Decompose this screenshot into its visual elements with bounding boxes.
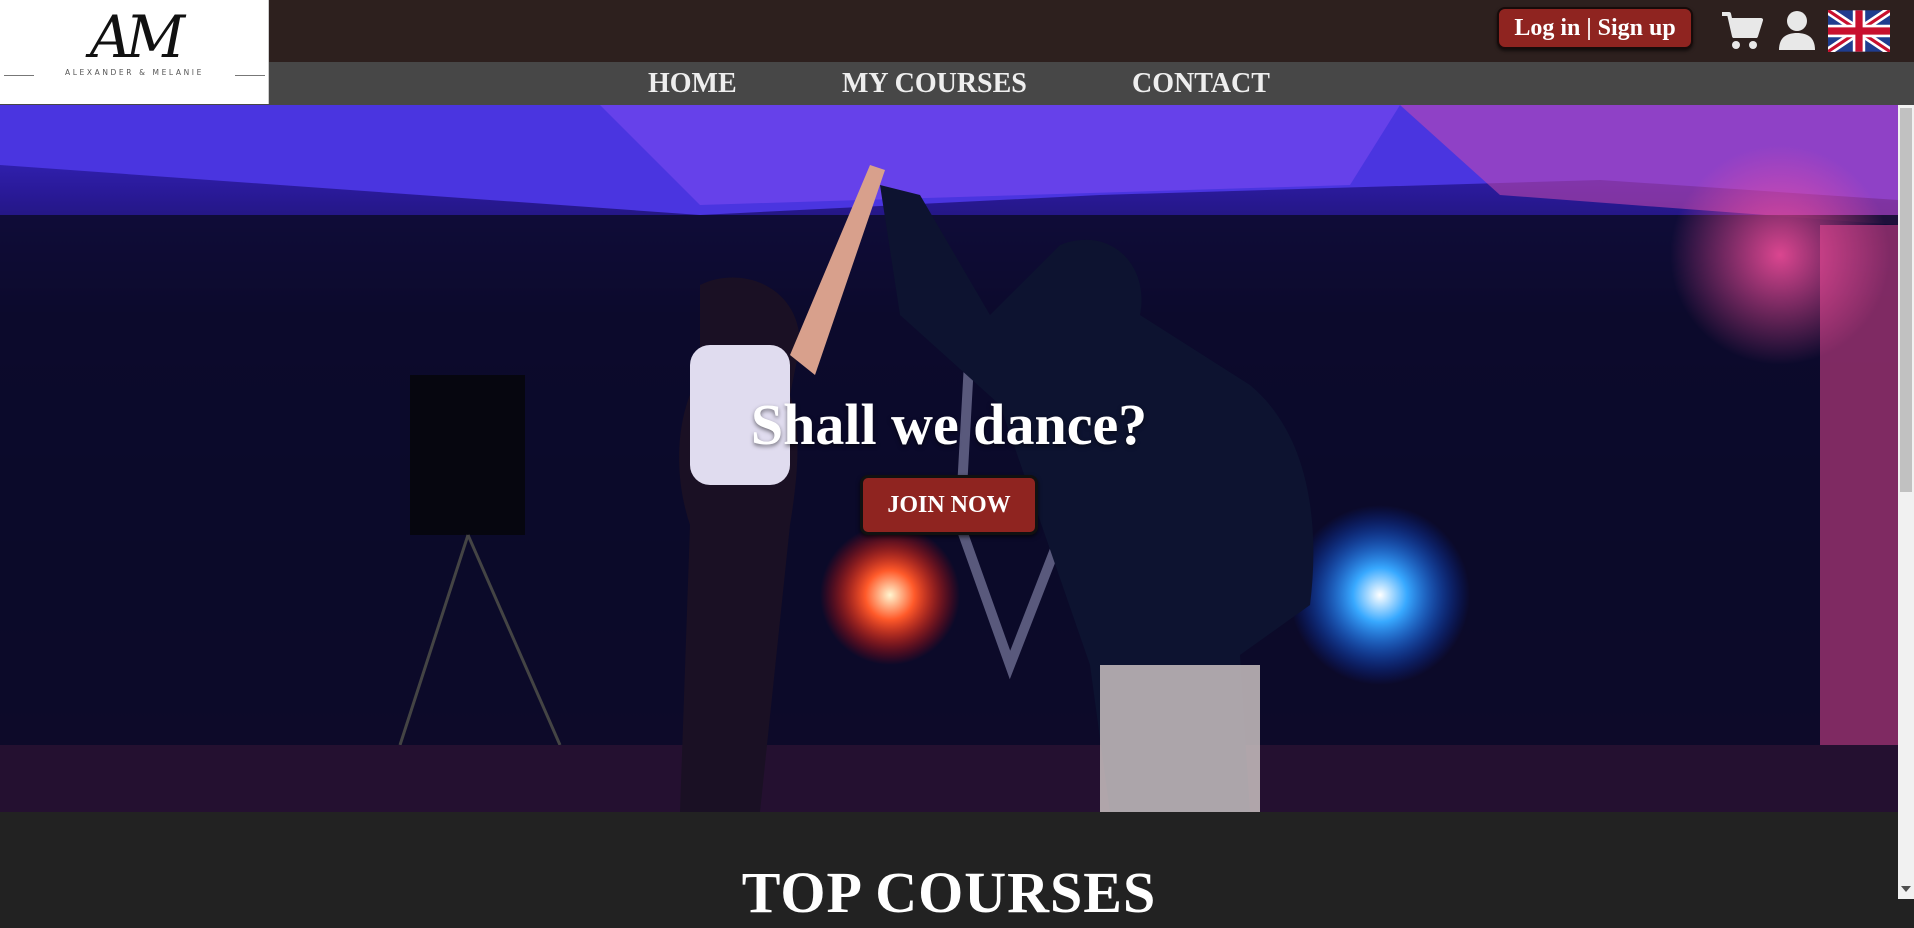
top-courses-title: TOP COURSES [741,860,1157,925]
uk-flag-icon[interactable] [1825,6,1893,56]
user-icon[interactable] [1777,9,1817,51]
nav-my-courses-link[interactable]: MY COURSES [842,66,1027,102]
nav-contact-link[interactable]: CONTACT [1132,66,1270,102]
scroll-down-arrow-icon[interactable] [1901,886,1911,892]
hero-banner: Shall we dance? JOIN NOW [0,105,1898,812]
login-signup-button[interactable]: Log in | Sign up [1497,7,1693,49]
join-now-button[interactable]: JOIN NOW [860,475,1038,535]
cart-icon[interactable] [1720,10,1764,52]
logo-subtitle: ALEXANDER & MELANIE [65,68,204,77]
nav-home-link[interactable]: HOME [648,66,737,102]
scrollbar-thumb[interactable] [1900,108,1912,492]
logo-mark: AM [89,3,185,71]
hero-title: Shall we dance? [750,392,1148,457]
site-logo[interactable]: AM ALEXANDER & MELANIE [0,0,269,104]
